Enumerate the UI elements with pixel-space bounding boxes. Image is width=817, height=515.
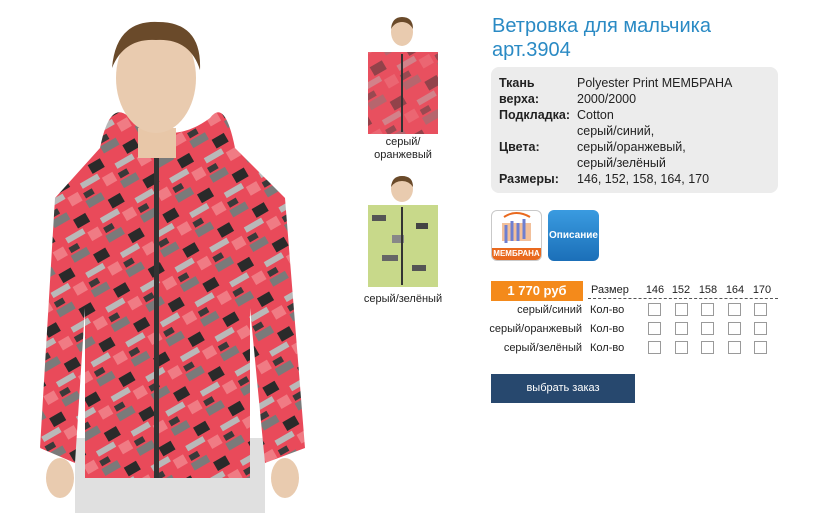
membrana-label: МЕМБРАНА: [492, 248, 541, 260]
description-button[interactable]: Описание: [548, 210, 599, 261]
spec-value-colors-1: серый/синий,: [577, 124, 655, 138]
membrana-button[interactable]: МЕМБРАНА: [491, 210, 542, 261]
size-header: Размер: [591, 284, 629, 296]
thumbnail-gray-orange[interactable]: серый/ оранжевый: [358, 14, 448, 162]
qty-checkbox[interactable]: [754, 322, 767, 335]
qty-checkbox[interactable]: [701, 341, 714, 354]
membrana-icon: [502, 212, 531, 243]
spec-key-fabric-1: Ткань: [499, 76, 535, 90]
qty-checkbox[interactable]: [701, 303, 714, 316]
qty-checkbox[interactable]: [648, 341, 661, 354]
qty-label: Кол-во: [590, 342, 625, 354]
qty-label: Кол-во: [590, 323, 625, 335]
qty-checkbox[interactable]: [675, 303, 688, 316]
spec-value-fabric-2: 2000/2000: [577, 92, 637, 106]
spec-value-sizes: 146, 152, 158, 164, 170: [577, 172, 710, 186]
size-152: 152: [671, 284, 691, 296]
main-product-photo[interactable]: [20, 8, 320, 513]
specs-table: Ткань Polyester Print МЕМБРАНА верха: 20…: [499, 75, 732, 187]
thumbnail-image: [368, 17, 438, 134]
size-divider: [588, 298, 778, 299]
spec-value-colors-2: серый/оранжевый,: [577, 140, 686, 154]
thumbnail-caption-line1: серый/: [385, 136, 421, 148]
qty-checkbox[interactable]: [754, 303, 767, 316]
thumbnail-caption: серый/зелёный: [363, 293, 443, 305]
specs-box: Ткань Polyester Print МЕМБРАНА верха: 20…: [491, 67, 778, 193]
product-title: Ветровка для мальчика арт.3904: [492, 15, 711, 61]
qty-checkbox[interactable]: [648, 322, 661, 335]
size-158: 158: [698, 284, 718, 296]
spec-value-fabric-1: Polyester Print МЕМБРАНА: [577, 76, 733, 90]
thumbnail-caption-line2: оранжевый: [374, 149, 432, 161]
spec-value-colors-3: серый/зелёный: [577, 156, 666, 170]
order-row-color-gray-green: серый/зелёный: [503, 342, 582, 354]
qty-checkbox[interactable]: [728, 303, 741, 316]
qty-checkbox[interactable]: [728, 322, 741, 335]
size-164: 164: [725, 284, 745, 296]
order-row-color-gray-orange: серый/оранжевый: [489, 323, 582, 335]
thumbnail-gray-green[interactable]: серый/зелёный: [358, 175, 448, 306]
qty-checkbox[interactable]: [648, 303, 661, 316]
spec-value-lining: Cotton: [577, 108, 614, 122]
size-146: 146: [645, 284, 665, 296]
spec-key-lining: Подкладка:: [499, 108, 570, 122]
qty-checkbox[interactable]: [701, 322, 714, 335]
order-row-color-gray-blue: серый/синий: [517, 304, 582, 316]
select-order-button[interactable]: выбрать заказ: [491, 374, 635, 403]
qty-checkbox[interactable]: [754, 341, 767, 354]
spec-key-sizes: Размеры:: [499, 172, 559, 186]
qty-checkbox[interactable]: [675, 341, 688, 354]
qty-checkbox[interactable]: [728, 341, 741, 354]
price-badge: 1 770 руб: [491, 281, 583, 301]
qty-checkbox[interactable]: [675, 322, 688, 335]
size-170: 170: [752, 284, 772, 296]
qty-label: Кол-во: [590, 304, 625, 316]
spec-key-colors: Цвета:: [499, 140, 540, 154]
thumbnail-image: [368, 176, 438, 287]
spec-key-fabric-2: верха:: [499, 92, 540, 106]
